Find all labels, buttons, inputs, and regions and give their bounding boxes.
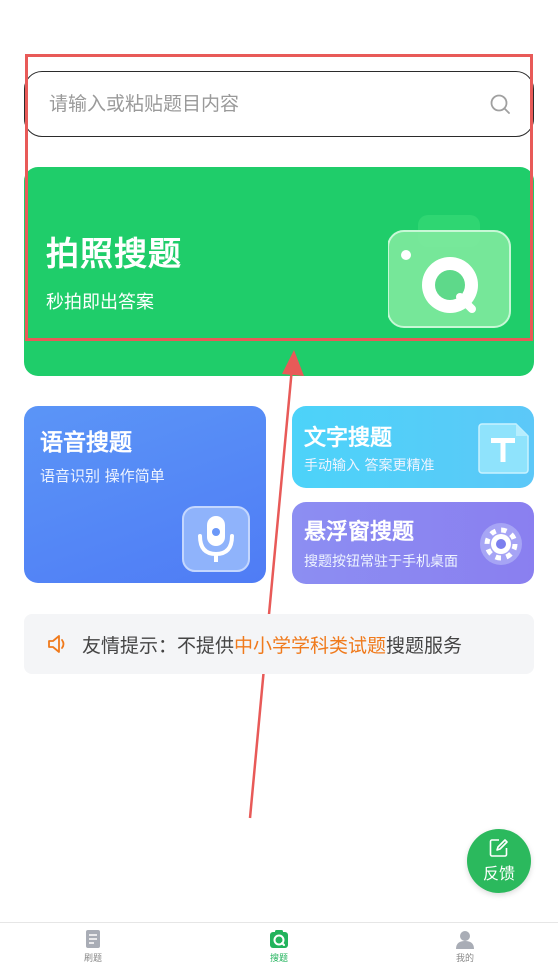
bottom-tab-bar: 刷题 搜题 我的 <box>0 922 558 970</box>
tip-text: 友情提示：不提供中小学学科类试题搜题服务 <box>82 631 462 658</box>
feedback-button[interactable]: 反馈 <box>467 829 531 893</box>
voice-search-subtitle: 语音识别 操作简单 <box>40 467 165 485</box>
tab-profile-label: 我的 <box>455 954 474 964</box>
camera-search-icon <box>270 930 288 948</box>
speaker-icon <box>48 635 65 653</box>
text-t-icon <box>478 423 529 474</box>
floating-window-search-subtitle: 搜题按钮常驻于手机桌面 <box>304 554 458 570</box>
tab-profile[interactable]: 我的 <box>372 923 558 970</box>
photo-search-title: 拍照搜题 <box>46 234 182 273</box>
text-search-subtitle: 手动输入 答案更精准 <box>304 458 435 474</box>
microphone-icon <box>182 506 250 572</box>
voice-search-title: 语音搜题 <box>40 430 132 456</box>
document-icon <box>86 930 100 948</box>
tip-prefix: 友情提示：不提供 <box>82 634 235 657</box>
tip-highlight: 中小学学科类试题 <box>234 634 387 657</box>
search-input[interactable] <box>49 93 489 115</box>
camera-icon <box>388 215 511 328</box>
text-search-title: 文字搜题 <box>304 426 393 451</box>
tab-search-label: 搜题 <box>269 954 288 964</box>
photo-search-subtitle: 秒拍即出答案 <box>46 292 154 313</box>
feedback-label: 反馈 <box>482 864 515 883</box>
user-icon <box>456 931 474 949</box>
search-box[interactable] <box>24 71 534 137</box>
photo-search-card[interactable]: 拍照搜题 秒拍即出答案 <box>24 167 534 376</box>
tip-bar: 友情提示：不提供中小学学科类试题搜题服务 <box>24 614 534 674</box>
tip-suffix: 搜题服务 <box>386 634 463 657</box>
tab-practice[interactable]: 刷题 <box>0 923 186 970</box>
floating-window-search-title: 悬浮窗搜题 <box>304 520 415 545</box>
voice-search-card[interactable]: 语音搜题 语音识别 操作简单 <box>24 406 266 583</box>
gear-icon <box>480 523 522 565</box>
tab-practice-label: 刷题 <box>83 954 102 964</box>
search-icon[interactable] <box>489 93 511 115</box>
tab-search[interactable]: 搜题 <box>186 923 372 970</box>
text-search-card[interactable]: 文字搜题 手动输入 答案更精准 <box>292 406 534 488</box>
edit-icon <box>489 839 508 857</box>
floating-window-search-card[interactable]: 悬浮窗搜题 搜题按钮常驻于手机桌面 <box>292 502 534 584</box>
